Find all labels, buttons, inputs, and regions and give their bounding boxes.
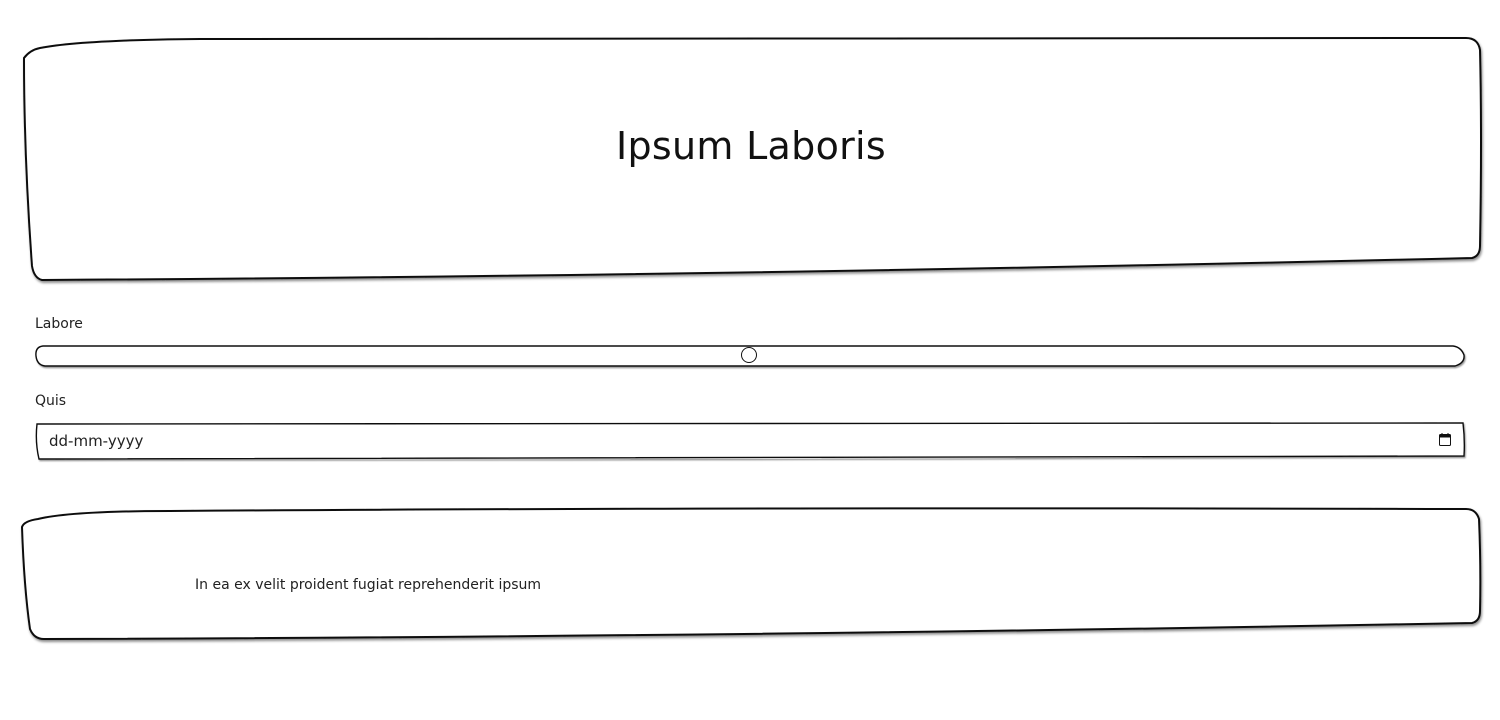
content-panel-border: [20, 507, 1482, 641]
page-title: Ipsum Laboris: [615, 124, 886, 168]
labore-slider[interactable]: [35, 344, 1465, 368]
page: Ipsum Laboris Labore Quis dd-mm-yyyy In …: [0, 0, 1500, 720]
slider-label: Labore: [35, 316, 83, 332]
calendar-icon[interactable]: [1439, 433, 1451, 446]
date-label: Quis: [35, 393, 67, 409]
header-panel: Ipsum Laboris: [20, 36, 1482, 282]
quis-date-input[interactable]: dd-mm-yyyy: [35, 421, 1466, 460]
date-placeholder: dd-mm-yyyy: [49, 432, 144, 450]
slider-thumb[interactable]: [741, 347, 757, 363]
content-panel: In ea ex velit proident fugiat reprehend…: [20, 507, 1482, 641]
date-field-border: [35, 421, 1466, 460]
content-text: In ea ex velit proident fugiat reprehend…: [195, 577, 542, 593]
